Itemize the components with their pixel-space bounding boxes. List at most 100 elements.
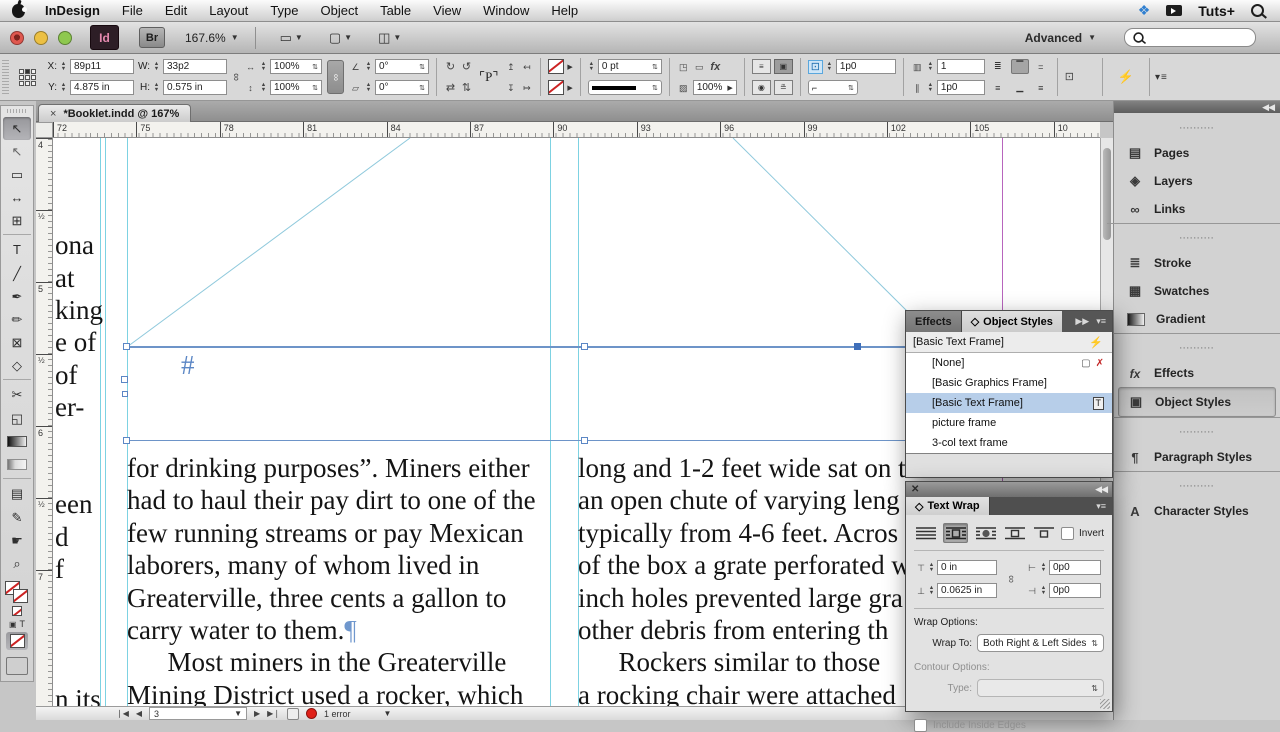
screen-mode-toggle[interactable] [6,657,28,675]
vertical-justify-justify-button[interactable]: ≡ [1032,80,1050,95]
h-stepper[interactable]: ▲ ▼ [153,83,160,92]
right-offset-field[interactable]: 0p0 [1049,583,1101,598]
window-minimize-button[interactable] [34,30,48,45]
document-tab[interactable]: × *Booklet.indd @ 167% [38,104,192,123]
jump-object-button[interactable] [1003,524,1026,542]
flip-vertical-button[interactable]: ⇅ [460,82,473,94]
invert-checkbox[interactable] [1061,526,1074,540]
fit-frame-button[interactable]: ⊡ [1063,71,1076,83]
tool-button[interactable]: ⌕ [3,552,31,575]
stroke-type-select[interactable]: ⇅ [587,80,662,95]
corner-radius-select[interactable]: ⌐ ⇅ [807,80,858,95]
wrap-around-bounding-box-button[interactable] [943,523,968,543]
jump-object-button[interactable]: ≞ [773,80,793,95]
workspace-switcher[interactable]: Advanced ▼ [1025,31,1096,45]
tab-effects[interactable]: Effects [906,311,962,332]
tab-text-wrap[interactable]: ◇ Text Wrap [906,497,990,515]
scale-x-field[interactable]: 100% ⇅ [270,59,322,74]
object-style-row[interactable]: picture frame [906,413,1112,433]
no-text-wrap-button[interactable]: ≡ [751,59,771,74]
dock-panel-button[interactable]: Object Styles [1118,387,1276,417]
vertical-justify-center-button[interactable]: = [1032,59,1050,74]
frame-handle[interactable] [581,343,588,350]
x-position-field[interactable]: 89p11 [70,59,134,74]
dock-panel-button[interactable]: Stroke [1107,223,1280,277]
menu-item[interactable]: Window [483,3,529,18]
tool-button[interactable]: ✒ [3,285,31,308]
menu-item[interactable]: Table [380,3,411,18]
object-style-row[interactable]: [None] [906,353,1112,373]
window-close-button[interactable] [10,30,24,45]
stroke-weight-field[interactable]: 0 pt ⇅ [597,59,662,74]
stroke-swatch[interactable] [548,80,565,95]
tool-button[interactable]: ╱ [3,262,31,285]
inset-spacing-field[interactable]: 1p0 [835,59,896,74]
tool-button[interactable]: ▭ [3,163,31,186]
link-offsets-icon[interactable]: ∞ [1005,573,1017,585]
scale-y-field[interactable]: 100% ⇅ [270,80,322,95]
frame-handle[interactable] [121,376,128,383]
page-number-combobox[interactable]: 3 ▼ [149,707,248,720]
fill-stroke-swatches[interactable] [5,581,29,603]
menu-item[interactable]: View [433,3,461,18]
rotation-angle-field[interactable]: 0° ⇅ [375,59,429,74]
constrain-dimensions-icon[interactable]: ∞ [229,71,242,83]
object-style-row[interactable]: 3-col text frame [906,433,1112,453]
w-stepper[interactable]: ▲ ▼ [153,62,160,71]
effects-menu-button[interactable]: fx [709,61,722,73]
menu-item[interactable]: InDesign [45,3,100,18]
quick-apply-button[interactable]: ⚡ [1118,69,1134,85]
object-style-row[interactable]: [Basic Graphics Frame] [906,373,1112,393]
include-inside-edges-checkbox[interactable] [914,719,927,732]
tool-button[interactable]: ↔ [3,186,31,209]
tools-panel-grip[interactable] [7,109,27,113]
vertical-justify-top-button[interactable]: ▔ [1010,59,1029,74]
dock-panel-button[interactable]: Effects [1107,333,1280,387]
tool-button[interactable]: ⊠ [3,331,31,354]
dock-panel-button[interactable]: Swatches [1118,277,1276,305]
apply-none-button[interactable] [6,632,28,650]
fill-swatch[interactable] [548,59,565,74]
select-previous-object-button[interactable]: ↤ [520,61,533,73]
reference-point-proxy[interactable] [19,68,36,86]
text-wrap-title-bar[interactable]: ✕ ◀◀ [906,482,1112,497]
first-page-button[interactable]: ❘◀ [116,709,129,718]
menu-item[interactable]: Layout [209,3,248,18]
next-page-button[interactable]: ▶ [254,709,260,718]
tool-button[interactable]: ✂ [3,379,31,407]
bottom-offset-field[interactable]: 0.0625 in [937,583,997,598]
flip-horizontal-button[interactable]: ⇄ [444,82,457,94]
menu-item[interactable]: Object [321,3,359,18]
constrain-scale-button[interactable]: ∞ [327,60,344,94]
wrap-around-object-shape-button[interactable]: ◉ [751,80,771,95]
shear-angle-field[interactable]: 0° ⇅ [375,80,429,95]
frame-handle[interactable] [854,343,861,350]
tool-button[interactable]: ↖ [3,140,31,163]
rotate-ccw-button[interactable]: ↺ [460,61,473,73]
vertical-justify-bottom-button[interactable]: ▁ [1011,80,1029,95]
select-content-button[interactable]: ↧ [504,82,517,94]
tuts-menu-item[interactable]: Tuts+ [1198,3,1235,19]
tool-button[interactable]: ⊞ [3,209,31,232]
screen-recording-icon[interactable] [1166,5,1183,16]
formatting-text-icon[interactable]: T [20,619,26,629]
opacity-field[interactable]: 100% ▶ [692,80,737,95]
dock-panel-button[interactable]: Pages [1118,123,1276,167]
tool-button[interactable] [3,430,31,453]
close-icon[interactable]: ✕ [911,484,919,495]
preflight-menu-button[interactable]: ▼ [384,709,392,718]
tool-button[interactable] [3,453,31,476]
tool-button[interactable]: ↖ [3,117,31,140]
apple-menu-icon[interactable] [12,3,27,18]
wrap-around-bounding-box-button[interactable]: ▣ [773,59,793,74]
spotlight-search-icon[interactable] [1251,4,1264,17]
dock-panel-button[interactable]: Paragraph Styles [1107,417,1280,471]
frame-handle[interactable] [581,437,588,444]
menu-item[interactable]: File [122,3,143,18]
close-tab-icon[interactable]: × [50,108,56,120]
tool-button[interactable]: ✎ [3,506,31,529]
dock-panel-button[interactable]: Character Styles [1107,471,1280,525]
corner-options-icon[interactable]: ▭ [693,61,706,73]
last-page-button[interactable]: ▶❘ [267,709,280,718]
previous-page-button[interactable]: ◀ [136,709,142,718]
